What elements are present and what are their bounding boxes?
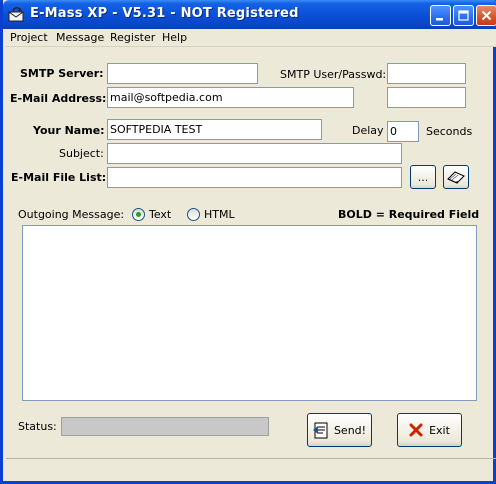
menu-help[interactable]: Help — [162, 31, 187, 44]
smtp-user-label: SMTP User/Passwd: — [280, 68, 387, 81]
smtp-server-label: SMTP Server: — [20, 67, 104, 80]
exit-x-icon — [409, 423, 423, 437]
title-bar[interactable]: E-Mass XP - V5.31 - NOT Registered — [3, 0, 496, 29]
radio-selected-dot — [136, 212, 141, 217]
send-button[interactable]: Send! — [307, 413, 372, 447]
text-format-radio[interactable] — [132, 208, 145, 221]
your-name-label: Your Name: — [33, 124, 105, 137]
email-address-input[interactable]: mail@softpedia.com — [107, 87, 354, 108]
smtp-server-input[interactable] — [107, 63, 258, 84]
menu-bar: Project Message Register Help — [6, 29, 496, 47]
status-label: Status: — [18, 420, 57, 433]
delay-label: Delay — [352, 124, 384, 137]
status-field — [61, 417, 269, 436]
menu-register[interactable]: Register — [110, 31, 155, 44]
send-document-icon — [312, 422, 328, 438]
menu-project[interactable]: Project — [10, 31, 48, 44]
close-button[interactable] — [476, 5, 496, 26]
outgoing-message-label: Outgoing Message: — [18, 208, 125, 221]
open-file-list-button[interactable] — [443, 165, 469, 189]
email-address-label: E-Mail Address: — [10, 92, 107, 105]
file-list-label: E-Mail File List: — [11, 171, 107, 184]
exit-button[interactable]: Exit — [397, 413, 462, 447]
minimize-icon — [436, 18, 443, 21]
outgoing-message-textarea[interactable] — [22, 225, 477, 401]
minimize-button[interactable] — [430, 5, 451, 26]
browse-button[interactable]: ... — [410, 165, 436, 189]
menu-message[interactable]: Message — [56, 31, 104, 44]
text-format-label[interactable]: Text — [149, 208, 171, 221]
subject-input[interactable] — [107, 143, 402, 164]
file-list-input[interactable] — [107, 167, 402, 188]
maximize-button[interactable] — [453, 5, 474, 26]
seconds-label: Seconds — [426, 125, 473, 138]
html-format-label[interactable]: HTML — [204, 208, 235, 221]
app-window: E-Mass XP - V5.31 - NOT Registered Proje… — [0, 0, 496, 484]
delay-input[interactable]: 0 — [387, 121, 419, 142]
window-status-bar — [6, 458, 496, 481]
window-title: E-Mass XP - V5.31 - NOT Registered — [30, 6, 299, 21]
smtp-password-input[interactable] — [387, 87, 466, 108]
html-format-radio[interactable] — [187, 208, 200, 221]
maximize-icon — [458, 10, 469, 21]
send-button-label: Send! — [333, 423, 367, 437]
smtp-user-input[interactable] — [387, 63, 466, 84]
browse-button-label: ... — [417, 170, 429, 184]
your-name-input[interactable]: SOFTPEDIA TEST — [107, 119, 322, 140]
required-field-note: BOLD = Required Field — [338, 208, 480, 221]
exit-button-label: Exit — [429, 423, 450, 437]
envelope-app-icon[interactable] — [8, 6, 25, 22]
open-book-icon — [447, 171, 465, 184]
subject-label: Subject: — [59, 147, 104, 160]
close-icon — [481, 10, 492, 21]
